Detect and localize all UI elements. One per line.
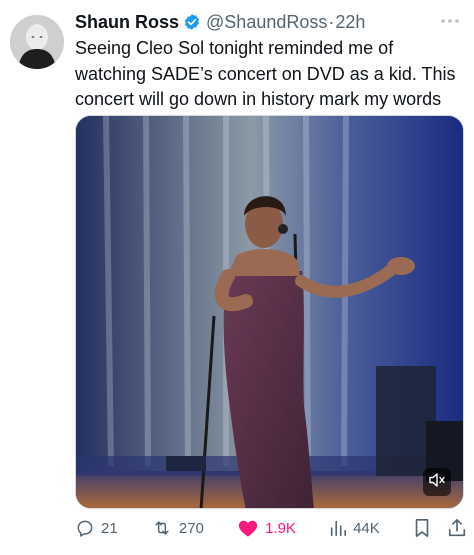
- share-icon[interactable]: [447, 518, 467, 538]
- video-frame: [76, 116, 463, 508]
- like-count: 1.9K: [265, 519, 296, 537]
- post-time[interactable]: 22h: [335, 12, 365, 33]
- verified-badge-icon: [183, 13, 201, 31]
- repost-icon: [151, 518, 173, 538]
- reply-button[interactable]: 21: [75, 518, 118, 538]
- post-text: Seeing Cleo Sol tonight reminded me of w…: [75, 38, 456, 109]
- more-icon[interactable]: [438, 10, 462, 32]
- separator: ·: [328, 11, 335, 32]
- mute-button[interactable]: [423, 468, 451, 496]
- secondary-actions: [413, 518, 467, 538]
- action-bar: 21 270 1.9K 44K: [75, 513, 467, 543]
- views-count: 44K: [353, 519, 380, 537]
- like-button[interactable]: 1.9K: [237, 518, 296, 538]
- post-header: Shaun Ross @ShaundRoss · 22h: [75, 10, 462, 34]
- avatar[interactable]: [10, 15, 64, 69]
- reply-count: 21: [101, 519, 118, 537]
- bookmark-icon[interactable]: [413, 518, 431, 538]
- reply-icon: [75, 518, 95, 538]
- views-icon: [329, 518, 347, 538]
- author-handle[interactable]: @ShaundRoss: [206, 12, 327, 33]
- mute-icon: [428, 472, 446, 493]
- video-player[interactable]: [75, 115, 464, 509]
- like-icon: [237, 518, 259, 538]
- views-button[interactable]: 44K: [329, 518, 380, 538]
- author-name[interactable]: Shaun Ross: [75, 12, 179, 33]
- repost-button[interactable]: 270: [151, 518, 204, 538]
- repost-count: 270: [178, 519, 204, 537]
